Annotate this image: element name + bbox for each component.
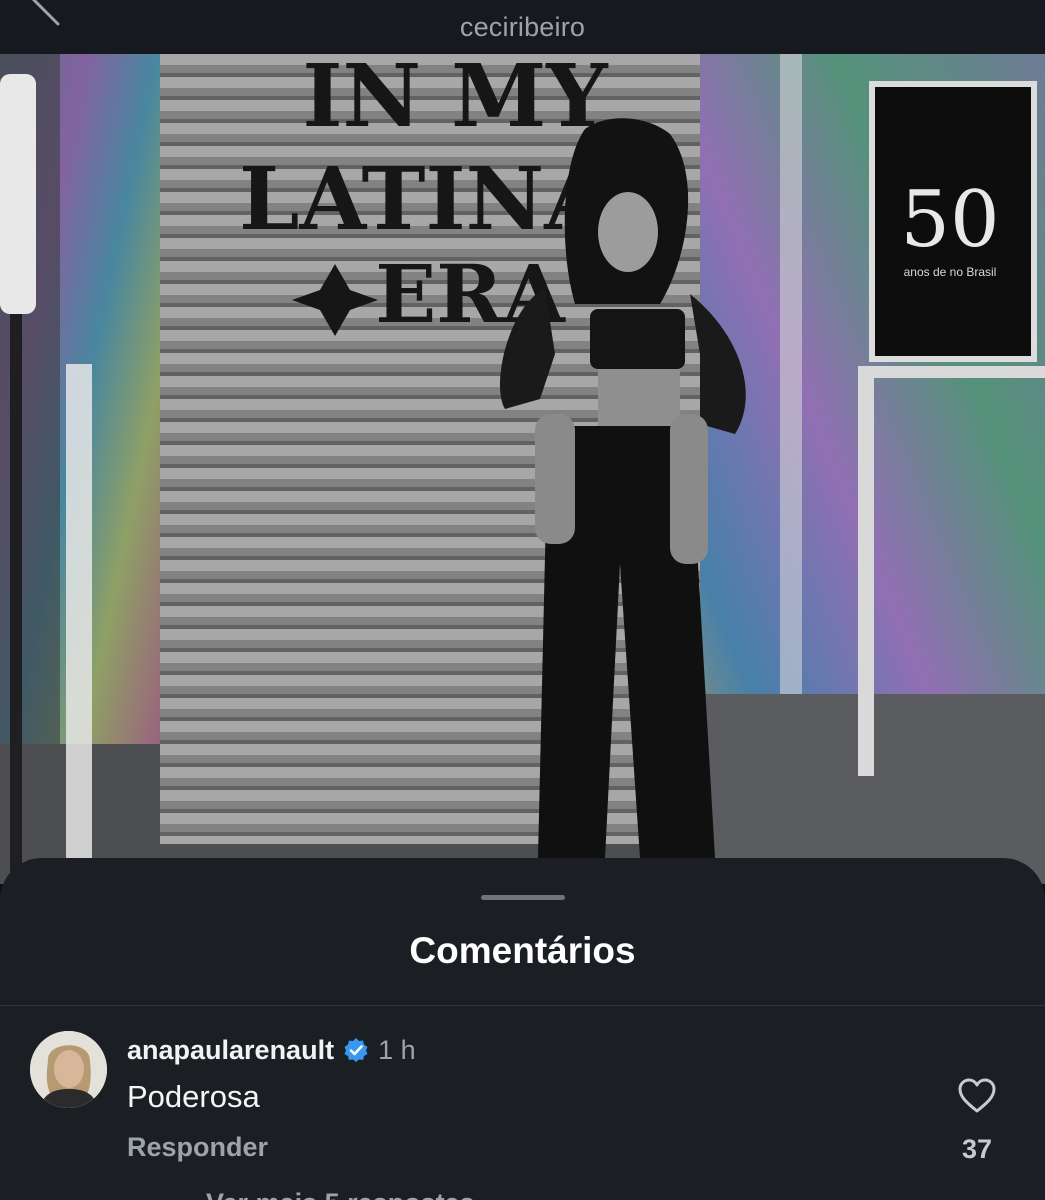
comment-username[interactable]: anapaularenault bbox=[127, 1035, 334, 1066]
chevron-left-icon[interactable] bbox=[28, 0, 62, 28]
sheet-title: Comentários bbox=[409, 930, 636, 971]
like-count: 37 bbox=[961, 1134, 993, 1164]
poster-number: 50 bbox=[900, 175, 999, 265]
heart-icon[interactable] bbox=[957, 1077, 997, 1115]
comment-header: anapaularenault 1 h bbox=[127, 1034, 416, 1066]
verified-badge-icon bbox=[344, 1038, 368, 1062]
post-media[interactable]: IN MY LATINA ERA 50 anos de no Brasil bbox=[0, 54, 1045, 884]
comment-time: 1 h bbox=[378, 1034, 416, 1065]
avatar[interactable] bbox=[30, 1031, 107, 1108]
comment-item: anapaularenault 1 h Poderosa Responder 3… bbox=[0, 1006, 1045, 1200]
avatar-photo bbox=[30, 1031, 107, 1108]
reply-button[interactable]: Responder bbox=[127, 1132, 268, 1163]
poster-caption: anos de no Brasil bbox=[904, 265, 997, 279]
reel-comments-screen: IN MY LATINA ERA 50 anos de no Brasil ce… bbox=[0, 0, 1045, 1200]
header-username[interactable]: ceciribeiro bbox=[460, 12, 585, 43]
sign-line-2: LATINA bbox=[239, 149, 612, 250]
sheet-grabber[interactable] bbox=[481, 895, 565, 900]
comment-text: Poderosa bbox=[127, 1079, 260, 1114]
view-replies-button[interactable]: Ver mais 5 respostas bbox=[206, 1188, 475, 1200]
top-header: ceciribeiro bbox=[0, 0, 1045, 54]
comments-sheet: Comentários anapaularenault 1 h Poderosa… bbox=[0, 858, 1045, 1200]
post-photo: IN MY LATINA ERA 50 anos de no Brasil bbox=[0, 54, 1045, 884]
sign-line-1: IN MY bbox=[302, 54, 609, 147]
